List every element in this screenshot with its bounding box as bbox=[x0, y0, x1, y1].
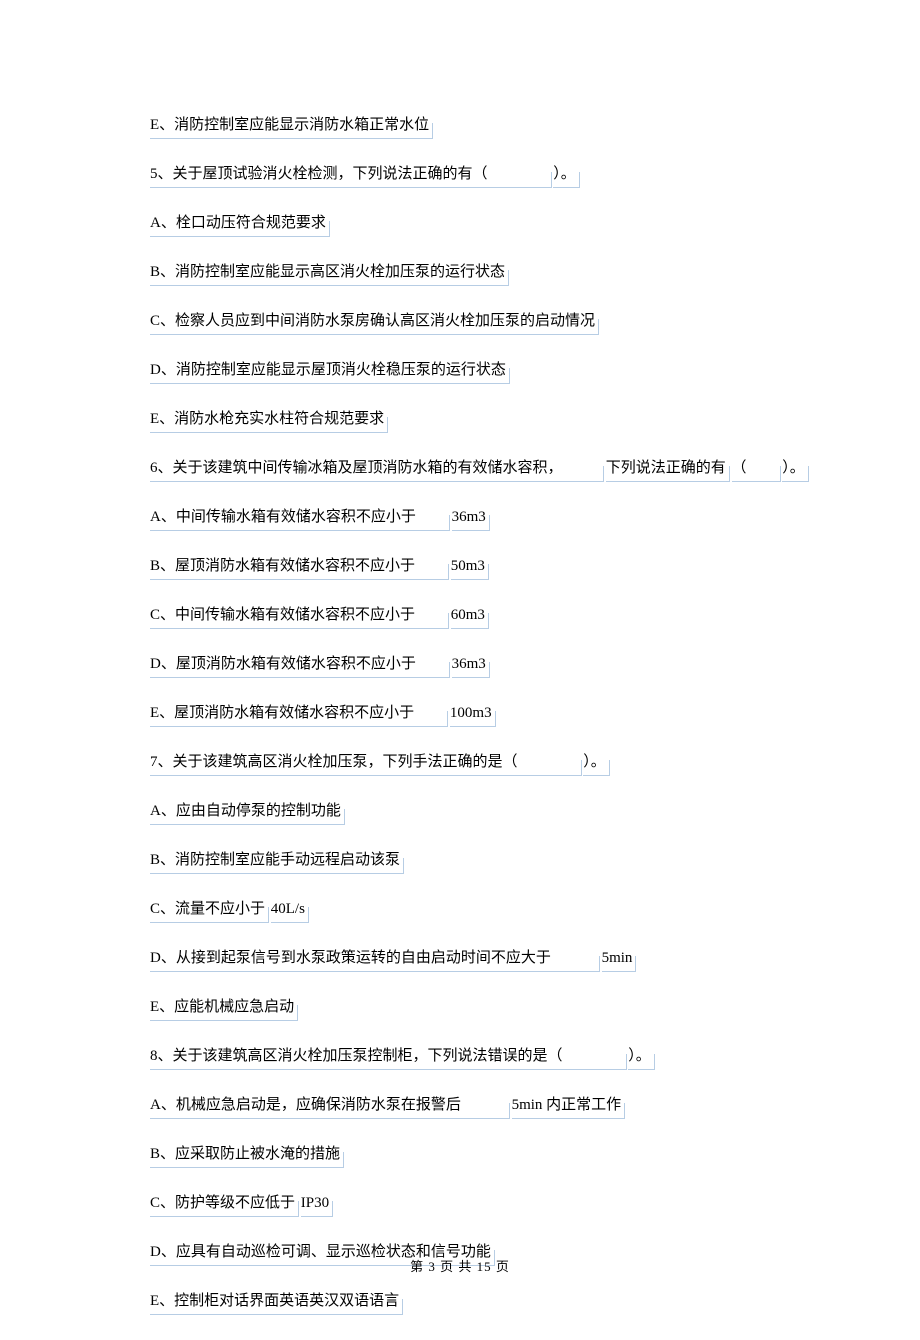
text-segment: A、栓口动压符合规范要求 bbox=[150, 213, 328, 234]
text-line: C、中间传输水箱有效储水容积不应小于 60m3 bbox=[150, 605, 770, 626]
text-line: D、屋顶消防水箱有效储水容积不应小于 36m3 bbox=[150, 654, 770, 675]
footer-suffix: 页 bbox=[496, 1259, 510, 1274]
text-line: C、流量不应小于 40L/s bbox=[150, 899, 770, 920]
text-line: E、应能机械应急启动 bbox=[150, 997, 770, 1018]
text-segment: E、消防控制室应能显示消防水箱正常水位 bbox=[150, 115, 431, 136]
text-line: B、消防控制室应能显示高区消火栓加压泵的运行状态 bbox=[150, 262, 770, 283]
text-line: A、中间传输水箱有效储水容积不应小于 36m3 bbox=[150, 507, 770, 528]
text-segment: E、屋顶消防水箱有效储水容积不应小于 bbox=[150, 703, 446, 724]
text-line: D、从接到起泵信号到水泵政策运转的自由启动时间不应大于 5min bbox=[150, 948, 770, 969]
text-line: E、消防水枪充实水柱符合规范要求 bbox=[150, 409, 770, 430]
text-line: A、应由自动停泵的控制功能 bbox=[150, 801, 770, 822]
text-line: D、消防控制室应能显示屋顶消火栓稳压泵的运行状态 bbox=[150, 360, 770, 381]
text-segment: ）。 bbox=[583, 752, 608, 773]
text-segment: C、防护等级不应低于 bbox=[150, 1193, 297, 1214]
text-segment: ）。 bbox=[628, 1046, 653, 1067]
text-segment: ）。 bbox=[782, 458, 807, 479]
text-segment: 下列说法正确的有 bbox=[606, 458, 728, 479]
document-page: E、消防控制室应能显示消防水箱正常水位 5、关于屋顶试验消火栓检测，下列说法正确的… bbox=[0, 0, 920, 1312]
text-line: B、屋顶消防水箱有效储水容积不应小于 50m3 bbox=[150, 556, 770, 577]
text-segment: A、机械应急启动是，应确保消防水泵在报警后 bbox=[150, 1095, 508, 1116]
text-line: B、应采取防止被水淹的措施 bbox=[150, 1144, 770, 1165]
text-line: C、检察人员应到中间消防水泵房确认高区消火栓加压泵的启动情况 bbox=[150, 311, 770, 332]
text-line: B、消防控制室应能手动远程启动该泵 bbox=[150, 850, 770, 871]
text-segment: IP30 bbox=[301, 1193, 331, 1214]
footer-prefix: 第 bbox=[410, 1259, 424, 1274]
footer-total: 15 bbox=[477, 1259, 492, 1274]
text-segment: 5min 内正常工作 bbox=[512, 1095, 624, 1116]
text-line: C、防护等级不应低于 IP30 bbox=[150, 1193, 770, 1214]
text-line: 5、关于屋顶试验消火栓检测，下列说法正确的有（ ）。 bbox=[150, 164, 770, 185]
text-segment: 40L/s bbox=[271, 899, 307, 920]
footer-middle: 页 共 bbox=[440, 1259, 472, 1274]
text-segment: B、屋顶消防水箱有效储水容积不应小于 bbox=[150, 556, 447, 577]
text-segment: D、屋顶消防水箱有效储水容积不应小于 bbox=[150, 654, 448, 675]
text-segment: 60m3 bbox=[451, 605, 487, 626]
text-segment: 6、关于该建筑中间传输冰箱及屋顶消防水箱的有效储水容积， bbox=[150, 458, 602, 479]
text-segment: B、消防控制室应能显示高区消火栓加压泵的运行状态 bbox=[150, 262, 507, 283]
text-segment: C、中间传输水箱有效储水容积不应小于 bbox=[150, 605, 447, 626]
document-body: E、消防控制室应能显示消防水箱正常水位 5、关于屋顶试验消火栓检测，下列说法正确的… bbox=[150, 115, 770, 1312]
text-segment: A、中间传输水箱有效储水容积不应小于 bbox=[150, 507, 448, 528]
text-line: E、消防控制室应能显示消防水箱正常水位 bbox=[150, 115, 770, 136]
text-segment: 36m3 bbox=[452, 507, 488, 528]
text-segment: E、应能机械应急启动 bbox=[150, 997, 296, 1018]
text-line: E、控制柜对话界面英语英汉双语语言 bbox=[150, 1291, 770, 1312]
text-line: 6、关于该建筑中间传输冰箱及屋顶消防水箱的有效储水容积， 下列说法正确的有 （ … bbox=[150, 458, 770, 479]
footer-page-number: 3 bbox=[428, 1259, 436, 1274]
text-line: A、栓口动压符合规范要求 bbox=[150, 213, 770, 234]
text-segment: C、流量不应小于 bbox=[150, 899, 267, 920]
text-segment: E、消防水枪充实水柱符合规范要求 bbox=[150, 409, 386, 430]
text-segment: （ bbox=[732, 458, 779, 479]
text-line: 8、关于该建筑高区消火栓加压泵控制柜，下列说法错误的是（ ）。 bbox=[150, 1046, 770, 1067]
text-segment: B、消防控制室应能手动远程启动该泵 bbox=[150, 850, 402, 871]
text-segment: D、消防控制室应能显示屋顶消火栓稳压泵的运行状态 bbox=[150, 360, 508, 381]
text-segment: 5、关于屋顶试验消火栓检测，下列说法正确的有（ bbox=[150, 164, 550, 185]
page-footer: 第 3 页 共 15 页 bbox=[0, 1258, 920, 1276]
text-segment: 8、关于该建筑高区消火栓加压泵控制柜，下列说法错误的是（ bbox=[150, 1046, 625, 1067]
text-segment: ）。 bbox=[553, 164, 578, 185]
text-segment: 100m3 bbox=[450, 703, 494, 724]
text-segment: C、检察人员应到中间消防水泵房确认高区消火栓加压泵的启动情况 bbox=[150, 311, 597, 332]
text-segment: 7、关于该建筑高区消火栓加压泵，下列手法正确的是（ bbox=[150, 752, 580, 773]
text-segment: D、从接到起泵信号到水泵政策运转的自由启动时间不应大于 bbox=[150, 948, 598, 969]
text-line: E、屋顶消防水箱有效储水容积不应小于 100m3 bbox=[150, 703, 770, 724]
text-segment: 5min bbox=[602, 948, 635, 969]
text-segment: 50m3 bbox=[451, 556, 487, 577]
text-line: A、机械应急启动是，应确保消防水泵在报警后 5min 内正常工作 bbox=[150, 1095, 770, 1116]
text-segment: E、控制柜对话界面英语英汉双语语言 bbox=[150, 1291, 401, 1312]
text-line: 7、关于该建筑高区消火栓加压泵，下列手法正确的是（ ）。 bbox=[150, 752, 770, 773]
text-segment: 36m3 bbox=[452, 654, 488, 675]
text-segment: A、应由自动停泵的控制功能 bbox=[150, 801, 343, 822]
text-segment: B、应采取防止被水淹的措施 bbox=[150, 1144, 342, 1165]
